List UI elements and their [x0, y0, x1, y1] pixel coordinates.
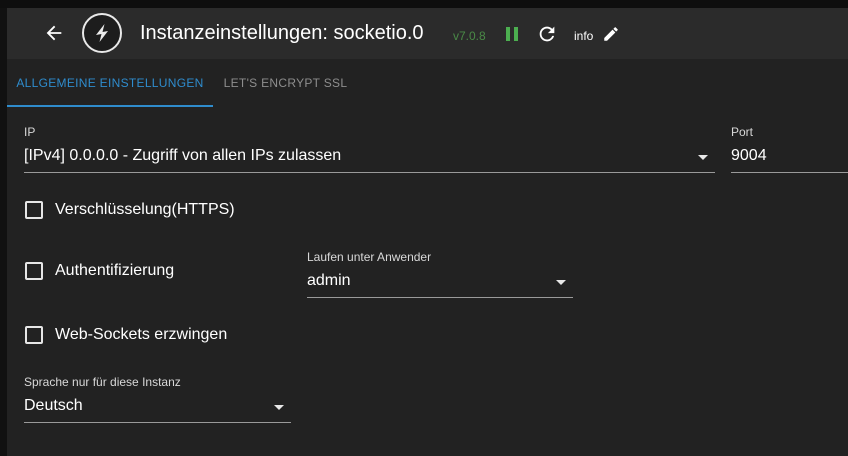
instance-settings-panel: Instanzeinstellungen: socketio.0 v7.0.8 … [7, 8, 848, 456]
port-label: Port [731, 125, 754, 139]
force-websockets-checkbox[interactable] [25, 326, 43, 344]
version-badge: v7.0.8 [453, 29, 486, 43]
chevron-down-icon [698, 155, 708, 160]
chevron-down-icon [556, 280, 566, 285]
edit-button[interactable] [602, 25, 620, 43]
page-title: Instanzeinstellungen: socketio.0 [140, 22, 424, 44]
authentication-label: Authentifizierung [55, 262, 175, 279]
socketio-logo [82, 13, 122, 53]
tab-bar: ALLGEMEINE EINSTELLUNGEN LET'S ENCRYPT S… [7, 59, 848, 107]
encryption-checkbox[interactable] [25, 201, 43, 219]
reload-icon [539, 26, 555, 42]
language-label: Sprache nur für diese Instanz [24, 375, 181, 389]
ip-select-underline [24, 172, 715, 173]
run-as-user-value: admin [307, 272, 351, 289]
language-underline [24, 422, 291, 423]
active-tab-indicator [7, 105, 213, 107]
run-as-user-underline [307, 297, 573, 298]
reload-button[interactable] [536, 23, 558, 45]
tab-general-settings[interactable]: ALLGEMEINE EINSTELLUNGEN [7, 59, 213, 107]
pause-button[interactable] [504, 25, 520, 43]
chevron-down-icon [274, 405, 284, 410]
authentication-checkbox[interactable] [25, 262, 43, 280]
force-websockets-label: Web-Sockets erzwingen [55, 326, 228, 343]
info-label: info [574, 29, 594, 43]
ip-label: IP [24, 125, 36, 139]
encryption-label: Verschlüsselung(HTTPS) [55, 201, 235, 218]
ip-select[interactable]: [IPv4] 0.0.0.0 - Zugriff von allen IPs z… [24, 142, 715, 172]
socketio-logo-icon [96, 24, 108, 42]
pause-icon [506, 27, 518, 41]
port-input-underline [731, 172, 848, 173]
run-as-user-label: Laufen unter Anwender [307, 250, 432, 264]
ip-select-value: [IPv4] 0.0.0.0 - Zugriff von allen IPs z… [24, 147, 342, 164]
language-value: Deutsch [24, 397, 83, 414]
tab-lets-encrypt-ssl[interactable]: LET'S ENCRYPT SSL [213, 59, 358, 107]
back-button[interactable] [43, 22, 65, 44]
language-select[interactable]: Deutsch [24, 392, 291, 422]
dialog-header: Instanzeinstellungen: socketio.0 v7.0.8 … [7, 8, 848, 59]
arrow-left-icon [46, 25, 62, 41]
run-as-user-select[interactable]: admin [307, 267, 573, 297]
port-input[interactable]: 9004 [731, 147, 767, 165]
pencil-icon [604, 27, 618, 41]
window-top-strip [0, 0, 848, 8]
